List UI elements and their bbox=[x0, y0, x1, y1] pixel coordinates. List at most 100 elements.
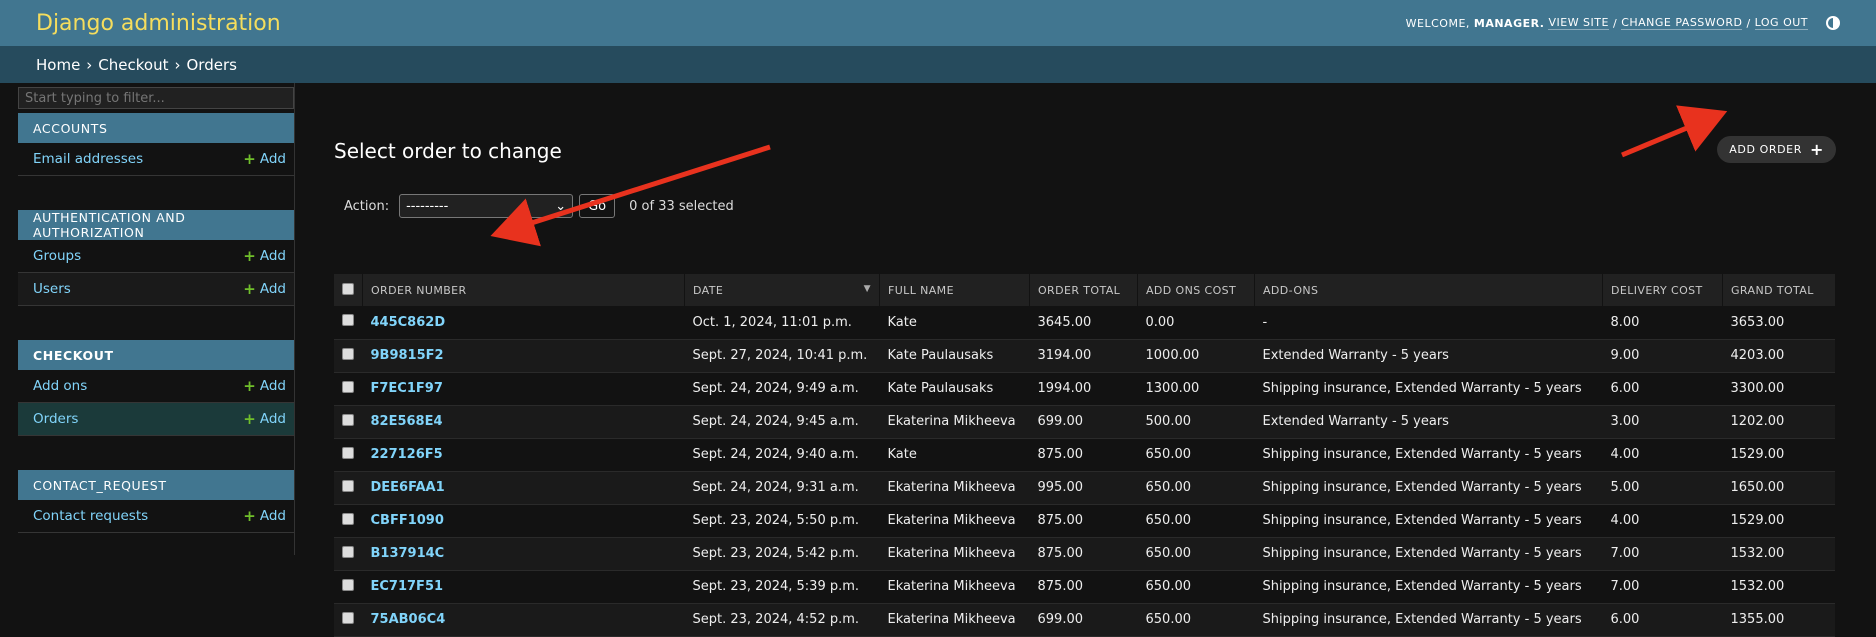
go-button[interactable]: Go bbox=[579, 194, 616, 218]
order-link[interactable]: EC717F51 bbox=[371, 579, 444, 594]
sidebar-filter-input[interactable] bbox=[18, 87, 294, 109]
action-select[interactable]: --------- ⌄ bbox=[399, 194, 574, 218]
date-cell: Sept. 23, 2024, 5:50 p.m. bbox=[684, 504, 880, 538]
add-user-button[interactable]: + Add bbox=[243, 280, 286, 298]
order-link[interactable]: F7EC1F97 bbox=[371, 381, 443, 396]
add-ons-cost-cell: 650.00 bbox=[1137, 570, 1255, 604]
column-delivery-cost[interactable]: DELIVERY COST bbox=[1602, 274, 1723, 306]
order-number-cell: CBFF1090 bbox=[362, 504, 685, 538]
plus-icon: + bbox=[243, 150, 256, 168]
full-name-cell: Ekaterina Mikheeva bbox=[879, 471, 1030, 505]
breadcrumb-home[interactable]: Home bbox=[36, 56, 80, 74]
sidebar-item-label[interactable]: Add ons bbox=[33, 378, 87, 394]
row-checkbox[interactable] bbox=[342, 347, 354, 360]
order-total-cell: 699.00 bbox=[1029, 405, 1138, 439]
sidebar-item-label[interactable]: Email addresses bbox=[33, 151, 143, 167]
log-out-link[interactable]: LOG OUT bbox=[1754, 16, 1808, 30]
add-label: Add bbox=[259, 378, 286, 394]
theme-toggle-icon[interactable] bbox=[1826, 16, 1840, 30]
row-checkbox[interactable] bbox=[342, 446, 354, 459]
sidebar-item-label[interactable]: Groups bbox=[33, 248, 81, 264]
column-order-total[interactable]: ORDER TOTAL bbox=[1029, 274, 1138, 306]
order-link[interactable]: B137914C bbox=[371, 546, 445, 561]
order-total-cell: 699.00 bbox=[1029, 603, 1138, 637]
order-total-cell: 875.00 bbox=[1029, 438, 1138, 472]
module-caption[interactable]: ACCOUNTS bbox=[18, 113, 294, 143]
add-label: Add bbox=[259, 248, 286, 264]
select-all-checkbox[interactable] bbox=[342, 282, 354, 295]
add-add-on-button[interactable]: + Add bbox=[243, 377, 286, 395]
order-link[interactable]: 445C862D bbox=[371, 315, 446, 330]
column-order-number[interactable]: ORDER NUMBER bbox=[362, 274, 685, 306]
add-ons-cost-cell: 650.00 bbox=[1137, 537, 1255, 571]
add-ons-cost-cell: 650.00 bbox=[1137, 438, 1255, 472]
order-link[interactable]: 9B9815F2 bbox=[371, 348, 444, 363]
add-order-button[interactable]: ADD ORDER + bbox=[1717, 136, 1836, 163]
order-total-cell: 995.00 bbox=[1029, 471, 1138, 505]
full-name-cell: Ekaterina Mikheeva bbox=[879, 603, 1030, 637]
separator: / bbox=[1746, 16, 1751, 30]
table-row: DEE6FAA1 Sept. 24, 2024, 9:31 a.m. Ekateri… bbox=[334, 471, 1835, 505]
sort-desc-icon[interactable]: ▼ bbox=[864, 284, 871, 294]
module-accounts: ACCOUNTS Email addresses + Add bbox=[18, 113, 294, 176]
site-brand[interactable]: Django administration bbox=[36, 11, 281, 36]
breadcrumb-checkout[interactable]: Checkout bbox=[98, 56, 168, 74]
module-contact-request: CONTACT_REQUEST Contact requests + Add bbox=[18, 470, 294, 533]
module-checkout: CHECKOUT Add ons + Add Orders + Add bbox=[18, 340, 294, 436]
row-checkbox[interactable] bbox=[342, 479, 354, 492]
add-ons-cost-cell: 650.00 bbox=[1137, 603, 1255, 637]
module-caption[interactable]: CONTACT_REQUEST bbox=[18, 470, 294, 500]
add-group-button[interactable]: + Add bbox=[243, 247, 286, 265]
date-cell: Sept. 24, 2024, 9:45 a.m. bbox=[684, 405, 880, 439]
breadcrumb: Home › Checkout › Orders bbox=[0, 46, 1876, 83]
delivery-cost-cell: 3.00 bbox=[1602, 405, 1723, 439]
add-ons-cell: Shipping insurance, Extended Warranty - … bbox=[1254, 438, 1603, 472]
date-cell: Sept. 24, 2024, 9:49 a.m. bbox=[684, 372, 880, 406]
add-ons-cell: Shipping insurance, Extended Warranty - … bbox=[1254, 372, 1603, 406]
order-link[interactable]: 82E568E4 bbox=[371, 414, 443, 429]
row-checkbox[interactable] bbox=[342, 380, 354, 393]
sidebar-item-label[interactable]: Contact requests bbox=[33, 508, 148, 524]
site-header: Django administration WELCOME, MANAGER. … bbox=[0, 0, 1876, 46]
column-full-name[interactable]: FULL NAME bbox=[879, 274, 1030, 306]
username: MANAGER. bbox=[1473, 16, 1545, 30]
row-checkbox[interactable] bbox=[342, 578, 354, 591]
column-grand-total[interactable]: GRAND TOTAL bbox=[1722, 274, 1835, 306]
add-email-address-button[interactable]: + Add bbox=[243, 150, 286, 168]
row-checkbox[interactable] bbox=[342, 545, 354, 558]
order-number-cell: F7EC1F97 bbox=[362, 372, 685, 406]
order-number-cell: DEE6FAA1 bbox=[362, 471, 685, 505]
full-name-cell: Ekaterina Mikheeva bbox=[879, 537, 1030, 571]
change-password-link[interactable]: CHANGE PASSWORD bbox=[1621, 16, 1743, 30]
view-site-link[interactable]: VIEW SITE bbox=[1548, 16, 1609, 30]
row-checkbox[interactable] bbox=[342, 611, 354, 624]
add-ons-cost-cell: 500.00 bbox=[1137, 405, 1255, 439]
table-header-row: ORDER NUMBER DATE ▼ FULL NAME ORDER TOTAL… bbox=[334, 274, 1835, 306]
row-checkbox[interactable] bbox=[342, 512, 354, 525]
module-caption[interactable]: AUTHENTICATION AND AUTHORIZATION bbox=[18, 210, 294, 240]
add-ons-cell: Shipping insurance, Extended Warranty - … bbox=[1254, 570, 1603, 604]
date-cell: Oct. 1, 2024, 11:01 p.m. bbox=[684, 306, 880, 340]
table-row: EC717F51 Sept. 23, 2024, 5:39 p.m. Ekateri… bbox=[334, 570, 1835, 604]
full-name-cell: Kate Paulausaks bbox=[879, 372, 1030, 406]
add-contact-request-button[interactable]: + Add bbox=[243, 507, 286, 525]
row-checkbox[interactable] bbox=[342, 314, 354, 327]
breadcrumb-current: Orders bbox=[186, 55, 237, 74]
table-row: B137914C Sept. 23, 2024, 5:42 p.m. Ekateri… bbox=[334, 537, 1835, 571]
row-checkbox[interactable] bbox=[342, 413, 354, 426]
plus-icon: + bbox=[243, 410, 256, 428]
sidebar-item-label[interactable]: Users bbox=[33, 281, 71, 297]
full-name-cell: Ekaterina Mikheeva bbox=[879, 405, 1030, 439]
order-link[interactable]: 75AB06C4 bbox=[371, 612, 446, 627]
module-caption[interactable]: CHECKOUT bbox=[18, 340, 294, 370]
column-date[interactable]: DATE ▼ bbox=[684, 274, 880, 306]
order-link[interactable]: DEE6FAA1 bbox=[371, 480, 445, 495]
order-number-cell: 82E568E4 bbox=[362, 405, 685, 439]
add-ons-cell: Shipping insurance, Extended Warranty - … bbox=[1254, 504, 1603, 538]
column-add-ons-cost[interactable]: ADD ONS COST bbox=[1137, 274, 1255, 306]
order-link[interactable]: CBFF1090 bbox=[371, 513, 444, 528]
sidebar-item-label[interactable]: Orders bbox=[33, 411, 78, 427]
order-link[interactable]: 227126F5 bbox=[371, 447, 443, 462]
grand-total-cell: 1529.00 bbox=[1722, 504, 1835, 538]
add-order-sidebar-button[interactable]: + Add bbox=[243, 410, 286, 428]
